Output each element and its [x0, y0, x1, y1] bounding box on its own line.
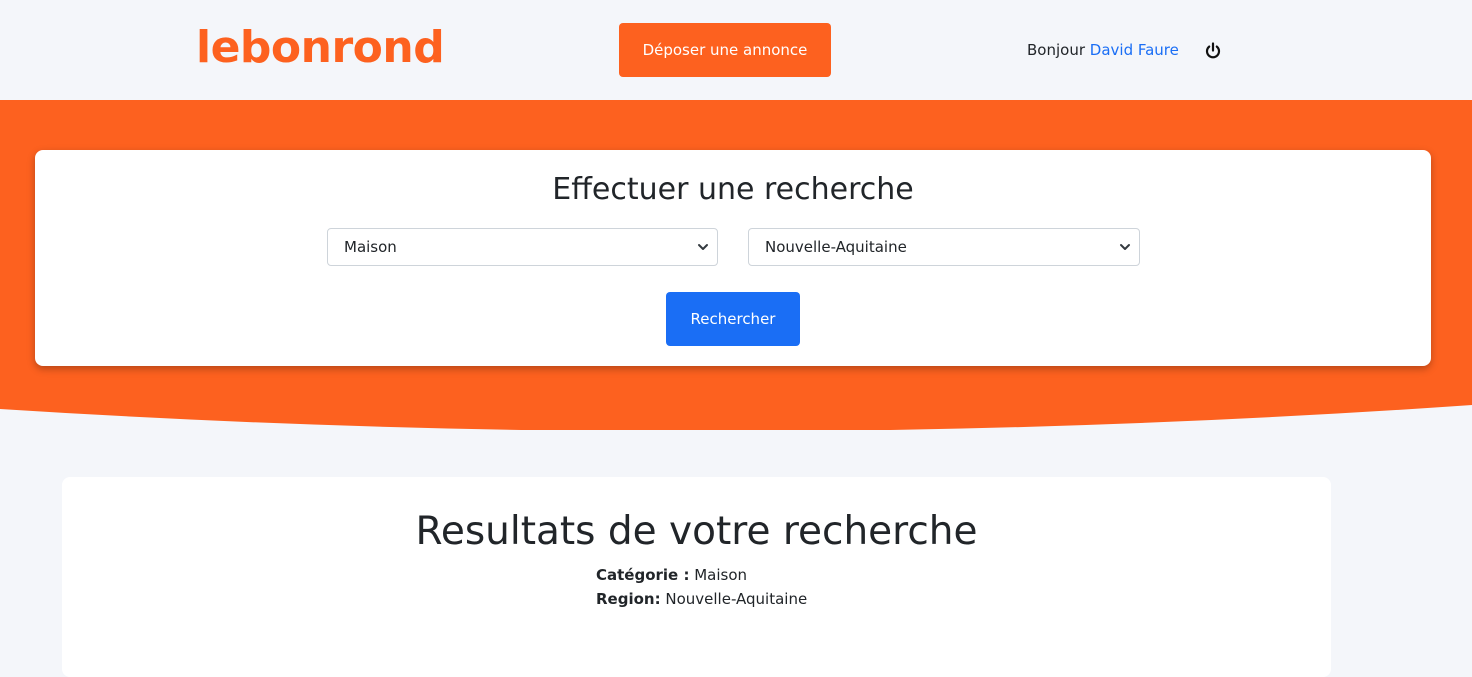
- results-title: Resultats de votre recherche: [415, 509, 978, 554]
- chevron-down-icon: [698, 244, 708, 250]
- results-category: Catégorie : Maison: [596, 565, 747, 585]
- greeting-text: Bonjour: [1027, 41, 1085, 59]
- region-label: Region:: [596, 590, 661, 608]
- results-panel: Resultats de votre recherche Catégorie :…: [62, 477, 1331, 677]
- region-selected-value: Nouvelle-Aquitaine: [765, 238, 907, 256]
- results-region: Region: Nouvelle-Aquitaine: [596, 589, 807, 609]
- category-select[interactable]: Maison: [327, 228, 718, 266]
- search-button[interactable]: Rechercher: [666, 292, 800, 346]
- category-value: Maison: [694, 566, 748, 584]
- region-value: Nouvelle-Aquitaine: [665, 590, 808, 608]
- search-panel: Effectuer une recherche Maison Nouvelle-…: [35, 150, 1431, 366]
- chevron-down-icon: [1120, 244, 1130, 250]
- top-header: lebonrond Déposer une annonce Bonjour Da…: [0, 0, 1472, 100]
- site-logo[interactable]: lebonrond: [196, 20, 445, 76]
- search-title: Effectuer une recherche: [552, 172, 914, 207]
- power-icon[interactable]: [1203, 41, 1223, 61]
- user-name-link[interactable]: David Faure: [1090, 41, 1179, 59]
- user-greeting: Bonjour David Faure: [1027, 40, 1179, 60]
- category-selected-value: Maison: [344, 238, 397, 256]
- post-ad-button[interactable]: Déposer une annonce: [619, 23, 831, 77]
- region-select[interactable]: Nouvelle-Aquitaine: [748, 228, 1140, 266]
- category-label: Catégorie :: [596, 566, 690, 584]
